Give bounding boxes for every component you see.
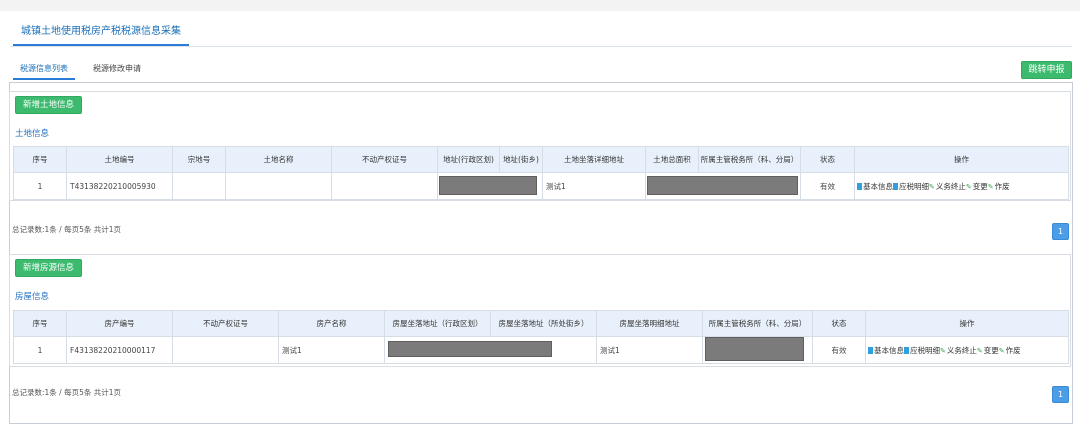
cell-parcel [172, 172, 226, 200]
redacted-block [439, 175, 537, 195]
cell-cert [172, 336, 279, 364]
column-header: 土地编号 [66, 146, 173, 173]
column-header: 房产编号 [66, 310, 173, 337]
redacted-block [647, 175, 798, 195]
column-header: 土地总面积 [645, 146, 699, 173]
wrench-icon: ✎ [940, 346, 946, 355]
op-basic-info[interactable]: 基本信息 [857, 182, 893, 191]
column-header: 序号 [13, 310, 67, 337]
column-header: 所属主管税务所（科、分局） [702, 310, 813, 337]
house-panel: 新增房源信息 房屋信息 序号 房产编号 不动产权证号 房产名称 房屋坐落地址（行… [9, 254, 1071, 367]
op-tax-detail[interactable]: 应税明细 [904, 346, 940, 355]
house-table: 序号 房产编号 不动产权证号 房产名称 房屋坐落地址（行政区划） 房屋坐落地址（… [13, 310, 1069, 364]
cell-operations: 基本信息 应税明细✎义务终止✎变更✎作废 [865, 336, 1069, 364]
op-terminate[interactable]: ✎义务终止 [929, 182, 966, 191]
column-header: 状态 [812, 310, 866, 337]
cell-detail-address: 测试1 [542, 172, 646, 200]
document-icon [857, 182, 862, 190]
column-header: 所属主管税务所（科、分局） [698, 146, 801, 173]
column-header: 地址(行政区划) [437, 146, 500, 173]
land-panel: 新增土地信息 土地信息 序号 土地编号 宗地号 土地名称 不动产权证号 地址(行… [9, 91, 1071, 201]
cell-status: 有效 [812, 336, 866, 364]
column-header: 土地名称 [225, 146, 332, 173]
column-header: 房屋坐落明细地址 [596, 310, 703, 337]
redacted-block [388, 341, 552, 357]
house-pager-info: 总记录数:1条 / 每页5条 共计1页 [12, 388, 122, 397]
cell-seq: 1 [13, 172, 67, 200]
column-header: 土地坐落详细地址 [542, 146, 646, 173]
wrench-icon: ✎ [987, 182, 994, 191]
op-change[interactable]: ✎变更 [977, 346, 999, 355]
wrench-icon: ✎ [965, 182, 972, 191]
page-tab[interactable]: 城镇土地使用税房产税税源信息采集 [13, 20, 189, 46]
cell-area-redacted [645, 172, 801, 200]
op-terminate[interactable]: ✎义务终止 [940, 346, 977, 355]
cell-status: 有效 [800, 172, 855, 200]
table-row: 1 T43138220210005930 测试1 有效 基本信息 应税明细✎义务终… [13, 172, 1069, 200]
cell-address-redacted [437, 172, 543, 200]
redacted-block [705, 337, 804, 361]
wrench-icon: ✎ [976, 346, 983, 355]
op-tax-detail[interactable]: 应税明细 [893, 182, 929, 191]
cell-office-redacted [702, 336, 813, 364]
op-basic-info[interactable]: 基本信息 [868, 346, 904, 355]
jump-declare-button[interactable]: 跳转申报 [1021, 61, 1072, 79]
wrench-icon: ✎ [929, 182, 935, 191]
wrench-icon: ✎ [998, 346, 1005, 355]
op-change[interactable]: ✎变更 [966, 182, 988, 191]
column-header: 不动产权证号 [331, 146, 438, 173]
tab-source-list[interactable]: 税源信息列表 [13, 60, 75, 80]
document-icon [893, 182, 898, 190]
cell-seq: 1 [13, 336, 67, 364]
cell-house-name: 测试1 [278, 336, 385, 364]
top-bar [0, 0, 1080, 11]
house-section-title: 房屋信息 [15, 292, 50, 302]
house-page-button[interactable]: 1 [1052, 386, 1069, 403]
house-table-header: 序号 房产编号 不动产权证号 房产名称 房屋坐落地址（行政区划） 房屋坐落地址（… [13, 310, 1069, 337]
table-row: 1 F43138220210000117 测试1 测试1 有效 基本信息 应税明细… [13, 336, 1069, 364]
cell-operations: 基本信息 应税明细✎义务终止✎变更✎作废 [854, 172, 1069, 200]
column-header: 宗地号 [172, 146, 226, 173]
document-icon [868, 346, 873, 354]
cell-land-name [225, 172, 332, 200]
column-header: 序号 [13, 146, 67, 173]
column-header: 操作 [854, 146, 1069, 173]
op-void[interactable]: ✎作废 [999, 346, 1021, 355]
column-header: 房屋坐落地址（行政区划） [384, 310, 491, 337]
land-page-button[interactable]: 1 [1052, 223, 1069, 240]
column-header: 状态 [800, 146, 855, 173]
header-divider [10, 46, 1072, 47]
column-header: 房屋坐落地址（所处街乡） [490, 310, 597, 337]
land-table: 序号 土地编号 宗地号 土地名称 不动产权证号 地址(行政区划) 地址(街乡) … [13, 146, 1069, 200]
land-section-title: 土地信息 [15, 129, 50, 139]
add-land-button[interactable]: 新增土地信息 [15, 96, 83, 114]
cell-cert [331, 172, 438, 200]
column-header: 房产名称 [278, 310, 385, 337]
land-pager-info: 总记录数:1条 / 每页5条 共计1页 [12, 225, 122, 234]
column-header: 地址(街乡) [499, 146, 543, 173]
document-icon [904, 346, 909, 354]
cell-detail-address: 测试1 [596, 336, 703, 364]
column-header: 不动产权证号 [172, 310, 279, 337]
land-table-header: 序号 土地编号 宗地号 土地名称 不动产权证号 地址(行政区划) 地址(街乡) … [13, 146, 1069, 173]
column-header: 操作 [865, 310, 1069, 337]
op-void[interactable]: ✎作废 [988, 182, 1010, 191]
cell-land-code: T43138220210005930 [66, 172, 173, 200]
tab-source-modify[interactable]: 税源修改申请 [86, 60, 148, 78]
cell-house-code: F43138220210000117 [66, 336, 173, 364]
add-house-button[interactable]: 新增房源信息 [15, 259, 83, 277]
cell-address-redacted [384, 336, 597, 364]
